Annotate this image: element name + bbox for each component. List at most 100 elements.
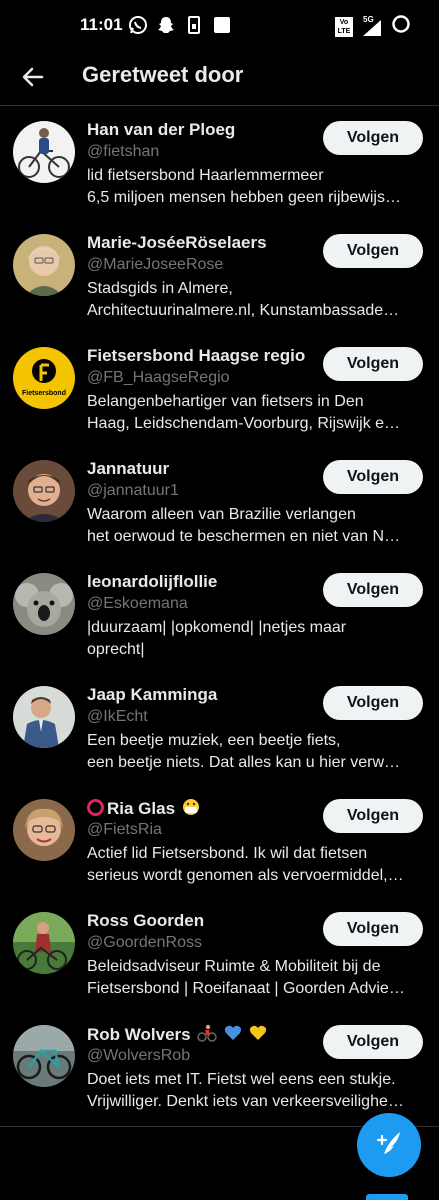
user-name[interactable]: Ria Glas xyxy=(87,798,200,819)
bio-line: lid fietsersbond Haarlemmermeer xyxy=(87,167,324,184)
user-bio: lid fietsersbond Haarlemmermeer 6,5 milj… xyxy=(87,165,423,209)
battery-icon xyxy=(391,14,411,39)
compose-tweet-icon xyxy=(374,1128,404,1163)
bio-line: Vrijwilliger. Denkt iets van verkeersvei… xyxy=(87,1093,404,1110)
notification-icons xyxy=(128,15,232,35)
whatsapp-icon xyxy=(128,15,148,35)
user-row[interactable]: leonardolijflollie @Eskoemana |duurzaam|… xyxy=(0,559,439,672)
volte-icon: Vo LTE xyxy=(335,16,353,37)
avatar[interactable] xyxy=(13,460,75,522)
user-bio: Waarom alleen van Brazilie verlangen het… xyxy=(87,504,423,548)
user-handle: @MarieJoseeRose xyxy=(87,256,224,273)
user-handle: @FietsRia xyxy=(87,821,162,838)
system-icons: Vo LTE 5G xyxy=(335,14,411,39)
signal-5g-icon: 5G xyxy=(361,14,383,37)
user-handle: @WolversRob xyxy=(87,1047,191,1064)
avatar[interactable]: Fietsersbond xyxy=(13,347,75,409)
user-handle: @IkEcht xyxy=(87,708,148,725)
user-bio: Beleidsadviseur Ruimte & Mobiliteit bij … xyxy=(87,956,423,1000)
user-bio: Een beetje muziek, een beetje fiets, een… xyxy=(87,730,423,774)
bio-line: Een beetje muziek, een beetje fiets, xyxy=(87,732,341,749)
user-handle: @jannatuur1 xyxy=(87,482,179,499)
status-bar: 11:01 Vo LTE 5G xyxy=(0,0,439,50)
bottom-nav-hint xyxy=(366,1194,408,1200)
avatar[interactable] xyxy=(13,1025,75,1087)
status-time: 11:01 xyxy=(80,15,123,34)
user-row[interactable]: Rob Wolvers @WolversRob Doet iets met IT… xyxy=(0,1011,439,1124)
user-bio: Doet iets met IT. Fietst wel eens een st… xyxy=(87,1069,423,1113)
avatar[interactable] xyxy=(13,234,75,296)
snapchat-icon xyxy=(156,15,176,35)
user-handle: @fietshan xyxy=(87,143,160,160)
user-bio: |duurzaam| |opkomend| |netjes maar oprec… xyxy=(87,617,423,661)
follow-button[interactable]: Volgen xyxy=(323,460,423,494)
user-bio: Stadsgids in Almere, Architectuurinalmer… xyxy=(87,278,423,322)
user-handle: @Eskoemana xyxy=(87,595,188,612)
bio-line: 6,5 miljoen mensen hebben geen rijbewijs… xyxy=(87,189,401,206)
bio-line: Belangenbehartiger van fietsers in Den xyxy=(87,393,364,410)
bio-line: het oerwoud te beschermen en niet van N… xyxy=(87,528,401,545)
bio-line: Waarom alleen van Brazilie verlangen xyxy=(87,506,356,523)
user-name[interactable]: Fietsersbond Haagse regio xyxy=(87,346,305,366)
mask-face-emoji xyxy=(182,799,199,815)
user-bio: Belangenbehartiger van fietsers in Den H… xyxy=(87,391,423,435)
square-icon xyxy=(212,15,232,35)
user-name[interactable]: leonardolijflollie xyxy=(87,572,217,592)
follow-button[interactable]: Volgen xyxy=(323,686,423,720)
user-row[interactable]: Marie-JoséeRöselaers @MarieJoseeRose Sta… xyxy=(0,220,439,333)
user-name-text: Ria Glas xyxy=(107,799,176,818)
top-app-bar: Geretweet door xyxy=(0,50,439,106)
user-name[interactable]: Jannatuur xyxy=(87,459,169,479)
blue-heart-emoji xyxy=(224,1025,242,1040)
bio-line: |duurzaam| |opkomend| |netjes maar xyxy=(87,619,347,636)
bio-line: serieus wordt genomen als vervoermiddel,… xyxy=(87,867,404,884)
network-label: 5G xyxy=(363,14,374,24)
user-name[interactable]: Ross Goorden xyxy=(87,911,204,931)
cyclist-blue-heart-yellow-heart-emoji xyxy=(195,1024,266,1044)
bio-line: Fietsersbond | Roeifanaat | Goorden Advi… xyxy=(87,980,405,997)
user-row[interactable]: Jannatuur @jannatuur1 Waarom alleen van … xyxy=(0,446,439,559)
user-name[interactable]: Han van der Ploeg xyxy=(87,120,235,140)
cyclist-emoji xyxy=(197,1024,218,1042)
avatar-label: Fietsersbond xyxy=(22,390,66,397)
yellow-heart-emoji xyxy=(249,1025,266,1040)
bio-line: Architectuurinalmere.nl, Kunstambassade… xyxy=(87,302,400,319)
user-row[interactable]: Han van der Ploeg @fietshan lid fietsers… xyxy=(0,107,439,220)
user-row[interactable]: Ria Glas @FietsRia Actief lid Fietsersbo… xyxy=(0,785,439,898)
user-name-text: Rob Wolvers xyxy=(87,1025,191,1044)
bio-line: een beetje niets. Dat alles kan u hier v… xyxy=(87,754,401,771)
follow-button[interactable]: Volgen xyxy=(323,121,423,155)
user-handle: @FB_HaagseRegio xyxy=(87,369,230,386)
bio-line: Doet iets met IT. Fietst wel eens een st… xyxy=(87,1071,396,1088)
compose-tweet-button[interactable] xyxy=(357,1113,421,1177)
user-handle: @GoordenRoss xyxy=(87,934,202,951)
user-row[interactable]: Ross Goorden @GoordenRoss Beleidsadviseu… xyxy=(0,898,439,1011)
user-name[interactable]: Rob Wolvers xyxy=(87,1024,267,1045)
page-title: Geretweet door xyxy=(82,62,244,87)
follow-button[interactable]: Volgen xyxy=(323,573,423,607)
follow-button[interactable]: Volgen xyxy=(323,234,423,268)
arrow-left-icon[interactable] xyxy=(20,64,46,90)
avatar[interactable] xyxy=(13,799,75,861)
red-ring-emoji xyxy=(87,799,104,816)
user-name[interactable]: Jaap Kamminga xyxy=(87,685,217,705)
follow-button[interactable]: Volgen xyxy=(323,799,423,833)
bio-line: Stadsgids in Almere, xyxy=(87,280,233,297)
avatar[interactable] xyxy=(13,573,75,635)
avatar[interactable] xyxy=(13,912,75,974)
sim-icon xyxy=(184,15,204,35)
bio-line: oprecht| xyxy=(87,641,145,658)
follow-button[interactable]: Volgen xyxy=(323,347,423,381)
avatar[interactable] xyxy=(13,686,75,748)
retweeters-list: Han van der Ploeg @fietshan lid fietsers… xyxy=(0,107,439,1124)
follow-button[interactable]: Volgen xyxy=(323,912,423,946)
user-bio: Actief lid Fietsersbond. Ik wil dat fiet… xyxy=(87,843,423,887)
bio-line: Haag, Leidschendam-Voorburg, Rijswijk e… xyxy=(87,415,401,432)
avatar[interactable] xyxy=(13,121,75,183)
bio-line: Beleidsadviseur Ruimte & Mobiliteit bij … xyxy=(87,958,381,975)
bio-line: Actief lid Fietsersbond. Ik wil dat fiet… xyxy=(87,845,368,862)
follow-button[interactable]: Volgen xyxy=(323,1025,423,1059)
user-name[interactable]: Marie-JoséeRöselaers xyxy=(87,233,267,253)
user-row[interactable]: Jaap Kamminga @IkEcht Een beetje muziek,… xyxy=(0,672,439,785)
user-row[interactable]: Fietsersbond Fietsersbond Haagse regio @… xyxy=(0,333,439,446)
